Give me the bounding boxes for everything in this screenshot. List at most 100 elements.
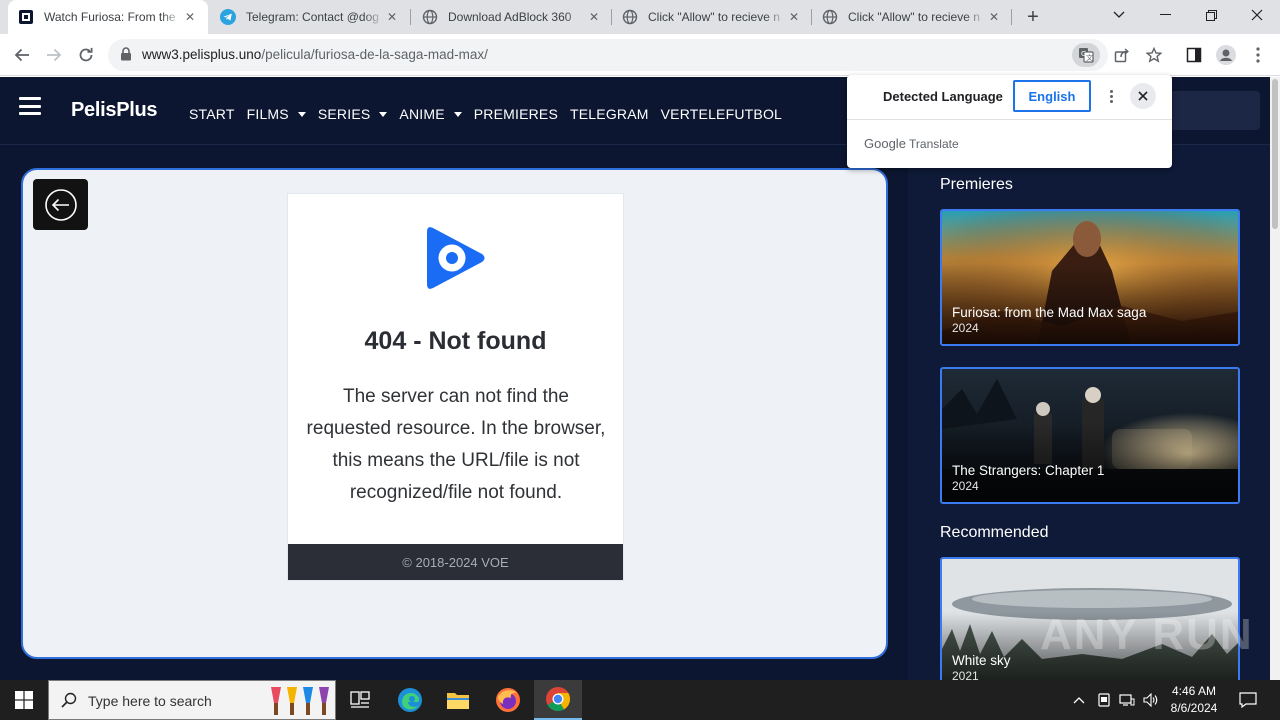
tab-adblock[interactable]: Download AdBlock 360 ✕ bbox=[412, 0, 612, 34]
nav-telegram[interactable]: TELEGRAM bbox=[570, 106, 649, 122]
page-scrollbar[interactable] bbox=[1270, 77, 1280, 680]
google-translate-brand: Google Translate bbox=[864, 136, 959, 151]
firefox-icon[interactable] bbox=[484, 680, 532, 720]
restore-button[interactable] bbox=[1188, 0, 1234, 30]
movie-card[interactable]: Furiosa: from the Mad Max saga 2024 bbox=[940, 209, 1240, 346]
address-bar[interactable]: www3.pelisplus.uno/pelicula/furiosa-de-l… bbox=[108, 39, 1108, 71]
tab-separator bbox=[410, 9, 411, 25]
tab-allow-notifications-1[interactable]: Click "Allow" to recieve n ✕ bbox=[612, 0, 812, 34]
close-tab-icon[interactable]: ✕ bbox=[986, 9, 1002, 25]
url-host: www3.pelisplus.uno bbox=[142, 47, 262, 62]
tab-title: Click "Allow" to recieve n bbox=[648, 10, 780, 24]
caret-down-icon bbox=[453, 111, 462, 117]
recommended-heading: Recommended bbox=[940, 524, 1049, 541]
error-title: 404 - Not found bbox=[364, 327, 547, 355]
tray-chevron-up-icon[interactable] bbox=[1068, 680, 1090, 720]
translate-popup: Detected Language English Google Transla… bbox=[847, 75, 1172, 168]
close-tab-icon[interactable]: ✕ bbox=[182, 9, 198, 25]
close-tab-icon[interactable]: ✕ bbox=[384, 9, 400, 25]
close-window-button[interactable] bbox=[1234, 0, 1280, 30]
file-explorer-icon[interactable] bbox=[434, 680, 482, 720]
nav-start[interactable]: START bbox=[189, 106, 235, 122]
premieres-heading: Premieres bbox=[940, 176, 1013, 193]
windows-taskbar: Type here to search 4:46 AM 8/6/2024 bbox=[0, 680, 1280, 720]
close-tab-icon[interactable]: ✕ bbox=[786, 9, 802, 25]
device-icon[interactable] bbox=[1093, 680, 1115, 720]
caret-down-icon bbox=[379, 111, 388, 117]
tab-search-chevron-icon[interactable] bbox=[1096, 0, 1142, 30]
main-nav: START FILMS SERIES ANIME PREMIERES TELEG… bbox=[189, 106, 782, 122]
lock-icon[interactable] bbox=[120, 47, 132, 66]
close-tab-icon[interactable]: ✕ bbox=[586, 9, 602, 25]
nav-series[interactable]: SERIES bbox=[318, 106, 388, 122]
minimize-button[interactable] bbox=[1142, 0, 1188, 30]
search-icon bbox=[61, 692, 77, 713]
chrome-menu-icon[interactable] bbox=[1246, 43, 1270, 67]
error-footer: © 2018-2024 VOE bbox=[288, 544, 623, 580]
profile-avatar-icon[interactable] bbox=[1214, 43, 1238, 67]
globe-icon bbox=[622, 9, 638, 25]
nav-label: FILMS bbox=[246, 106, 289, 122]
movie-title: Furiosa: from the Mad Max saga bbox=[952, 305, 1147, 320]
back-arrow-circle-icon bbox=[44, 188, 77, 221]
browser-toolbar: www3.pelisplus.uno/pelicula/furiosa-de-l… bbox=[0, 34, 1280, 76]
reload-button[interactable] bbox=[74, 43, 98, 67]
nav-premieres[interactable]: PREMIERES bbox=[474, 106, 558, 122]
popup-divider bbox=[847, 119, 1172, 120]
movie-title: White sky bbox=[952, 653, 1011, 668]
new-tab-button[interactable]: + bbox=[1022, 6, 1044, 28]
movie-card[interactable]: The Strangers: Chapter 1 2024 bbox=[940, 367, 1240, 504]
globe-icon bbox=[422, 9, 438, 25]
share-icon[interactable] bbox=[1110, 43, 1134, 67]
scrollbar-thumb[interactable] bbox=[1272, 79, 1278, 229]
start-button[interactable] bbox=[0, 680, 48, 720]
bookmark-star-icon[interactable] bbox=[1142, 43, 1166, 67]
tab-separator bbox=[1011, 9, 1012, 25]
close-icon bbox=[1138, 91, 1148, 101]
system-clock[interactable]: 4:46 AM 8/6/2024 bbox=[1166, 683, 1222, 717]
hamburger-menu-icon[interactable] bbox=[19, 97, 41, 115]
task-view-icon[interactable] bbox=[336, 680, 384, 720]
taskbar-search-box[interactable]: Type here to search bbox=[48, 680, 336, 720]
close-popup-button[interactable] bbox=[1130, 83, 1156, 109]
error-card: 404 - Not found The server can not find … bbox=[287, 193, 624, 581]
tab-title: Telegram: Contact @dog bbox=[246, 10, 379, 24]
pelisplus-favicon-icon bbox=[18, 9, 34, 25]
volume-icon[interactable] bbox=[1140, 680, 1162, 720]
tab-title: Download AdBlock 360 bbox=[448, 10, 572, 24]
tab-title: Watch Furiosa: From the bbox=[44, 10, 176, 24]
edge-icon[interactable] bbox=[386, 680, 434, 720]
forward-button[interactable] bbox=[42, 43, 66, 67]
nav-label: TELEGRAM bbox=[570, 106, 649, 122]
translate-icon[interactable]: G文 bbox=[1072, 43, 1100, 67]
tab-title: Click "Allow" to recieve n bbox=[848, 10, 980, 24]
nav-vertelefutbol[interactable]: VERTELEFUTBOL bbox=[661, 106, 782, 122]
chrome-icon[interactable] bbox=[534, 680, 582, 720]
voe-logo-icon bbox=[425, 224, 487, 297]
paint-brushes-icon bbox=[265, 685, 331, 720]
browser-tab-strip: Watch Furiosa: From the ✕ Telegram: Cont… bbox=[0, 0, 1280, 34]
nav-films[interactable]: FILMS bbox=[247, 106, 306, 122]
url-text: www3.pelisplus.uno/pelicula/furiosa-de-l… bbox=[142, 47, 488, 62]
globe-icon bbox=[822, 9, 838, 25]
back-button[interactable] bbox=[10, 43, 34, 67]
nav-label: SERIES bbox=[317, 106, 371, 122]
nav-anime[interactable]: ANIME bbox=[399, 106, 462, 122]
notifications-icon[interactable] bbox=[1234, 680, 1262, 720]
windows-logo-icon bbox=[15, 691, 33, 709]
english-language-option[interactable]: English bbox=[1013, 80, 1091, 112]
more-options-icon[interactable] bbox=[1105, 85, 1117, 107]
network-icon[interactable] bbox=[1116, 680, 1138, 720]
video-player: 404 - Not found The server can not find … bbox=[21, 168, 888, 659]
tab-allow-notifications-2[interactable]: Click "Allow" to recieve n ✕ bbox=[812, 0, 1012, 34]
movie-title: The Strangers: Chapter 1 bbox=[952, 463, 1105, 478]
movie-year: 2024 bbox=[952, 479, 979, 493]
tab-watch-furiosa[interactable]: Watch Furiosa: From the ✕ bbox=[8, 0, 208, 34]
google-wordmark: Google bbox=[864, 136, 906, 151]
site-logo[interactable]: PelisPlus bbox=[71, 99, 158, 122]
translate-wordmark: Translate bbox=[909, 137, 959, 151]
detected-language-option[interactable]: Detected Language bbox=[883, 89, 1003, 104]
side-panel-icon[interactable] bbox=[1182, 43, 1206, 67]
tab-telegram[interactable]: Telegram: Contact @dog ✕ bbox=[210, 0, 410, 34]
player-back-button[interactable] bbox=[33, 179, 88, 230]
